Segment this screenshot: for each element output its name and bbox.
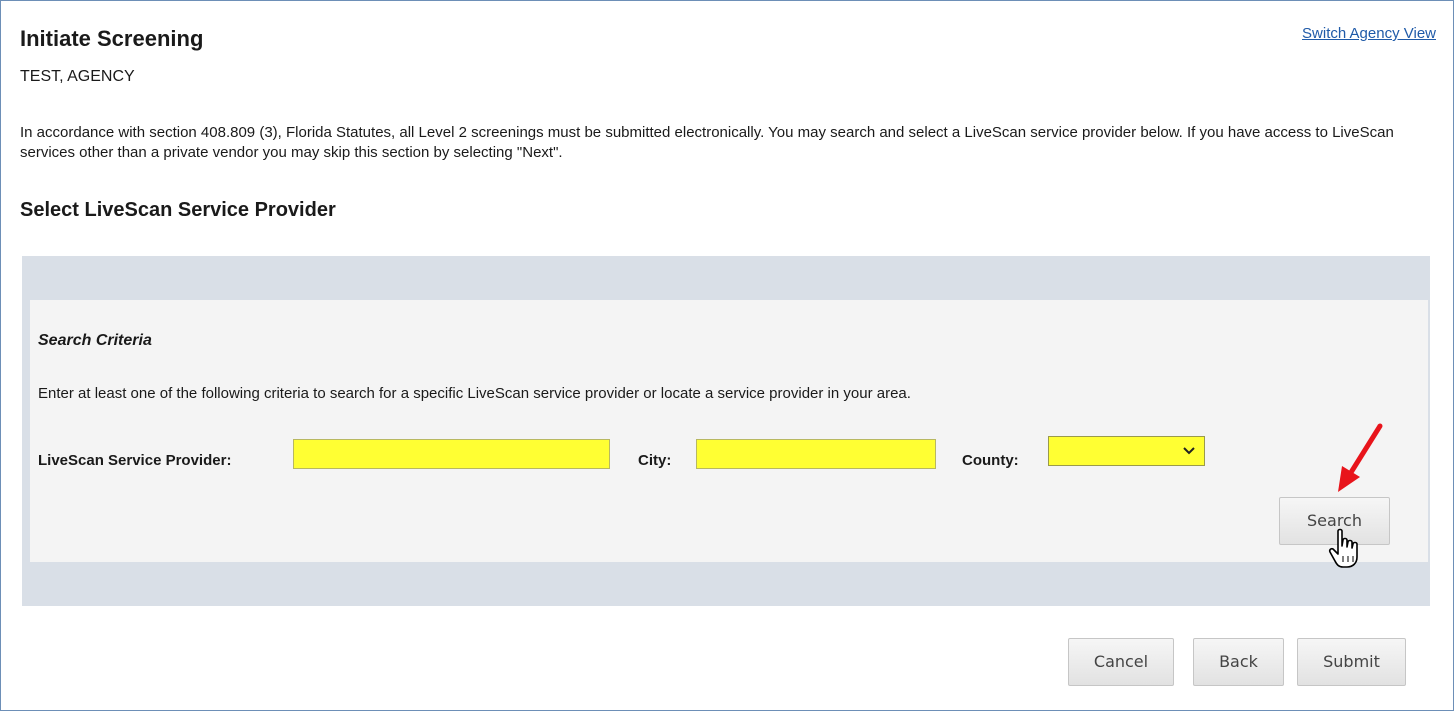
provider-input[interactable] [293,439,610,469]
provider-label: LiveScan Service Provider: [38,452,232,469]
red-arrow-icon [1338,423,1383,492]
search-criteria-help: Enter at least one of the following crit… [38,385,911,402]
back-button[interactable]: Back [1193,638,1284,686]
city-input[interactable] [696,439,936,469]
county-label: County: [962,452,1019,469]
section-title: Select LiveScan Service Provider [20,199,336,221]
chevron-down-icon [1182,440,1196,467]
submit-button[interactable]: Submit [1297,638,1406,686]
search-criteria-heading: Search Criteria [38,332,152,349]
page-title: Initiate Screening [20,26,204,51]
hand-pointer-icon [1328,528,1358,568]
intro-text: In accordance with section 408.809 (3), … [20,124,1394,161]
cancel-button[interactable]: Cancel [1068,638,1174,686]
city-label: City: [638,452,672,469]
agency-name: TEST, AGENCY [20,68,135,85]
search-criteria-box [30,300,1428,562]
county-select[interactable] [1048,436,1205,466]
switch-agency-view-link[interactable]: Switch Agency View [1302,25,1436,42]
